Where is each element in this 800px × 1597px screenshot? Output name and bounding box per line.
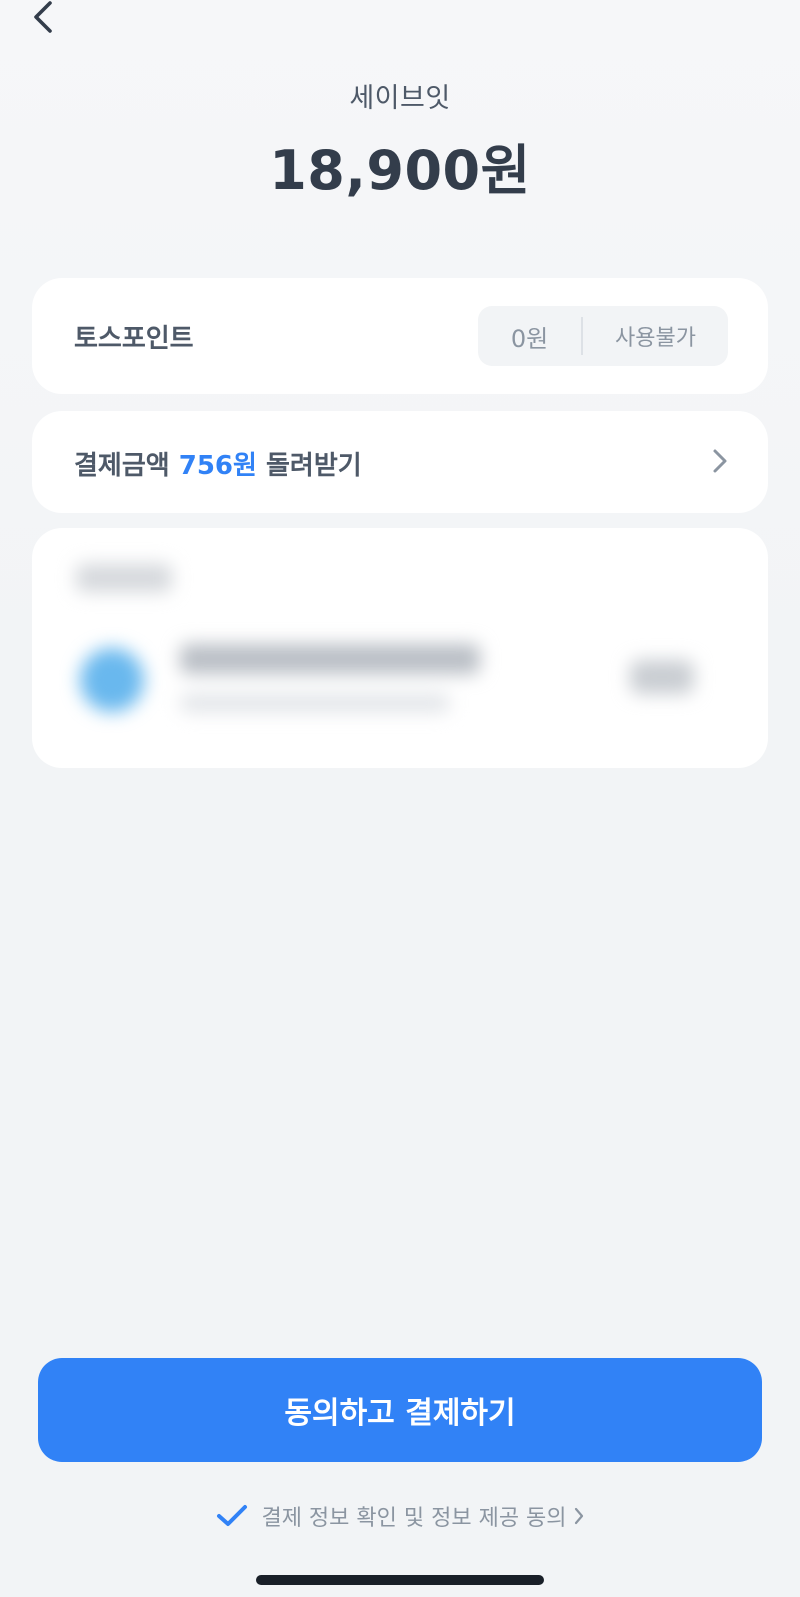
cashback-suffix: 돌려받기	[256, 451, 362, 481]
payment-method-card-blurred	[32, 528, 768, 768]
agreement-link[interactable]: 결제 정보 확인 및 정보 제공 동의	[0, 1500, 800, 1532]
chevron-left-icon	[34, 1, 52, 33]
home-indicator	[256, 1575, 544, 1585]
toss-points-pill: 0원 사용불가	[478, 306, 728, 366]
payment-amount: 18,900원	[269, 139, 531, 202]
cashback-text: 결제금액 756원 돌려받기	[74, 445, 362, 482]
toss-points-label: 토스포인트	[74, 324, 194, 354]
toss-points-value: 0원	[510, 324, 549, 353]
cashback-amount: 756원	[178, 451, 257, 481]
blurred-section-label	[76, 564, 172, 592]
agree-and-pay-button[interactable]: 동의하고 결제하기	[38, 1358, 762, 1462]
blurred-method-name	[180, 644, 480, 674]
cashback-card[interactable]: 결제금액 756원 돌려받기	[32, 411, 768, 513]
toss-points-card: 토스포인트 0원 사용불가	[32, 278, 768, 394]
blurred-method-detail	[180, 694, 450, 712]
back-button[interactable]	[26, 0, 66, 36]
cashback-prefix: 결제금액	[74, 451, 179, 481]
blurred-content	[32, 528, 768, 768]
agreement-label: 결제 정보 확인 및 정보 제공 동의	[261, 1506, 567, 1531]
chevron-right-small-icon	[574, 1507, 583, 1525]
toss-points-status: 사용불가	[615, 326, 696, 351]
merchant-name: 세이브잇	[349, 83, 451, 114]
check-icon	[217, 1505, 248, 1526]
blurred-method-logo	[80, 648, 144, 712]
payment-screen: 세이브잇 18,900원 토스포인트 0원 사용불가 결제금액 756원 돌려받…	[0, 0, 800, 1597]
blurred-change-button	[630, 660, 694, 694]
chevron-right-icon	[713, 449, 727, 473]
